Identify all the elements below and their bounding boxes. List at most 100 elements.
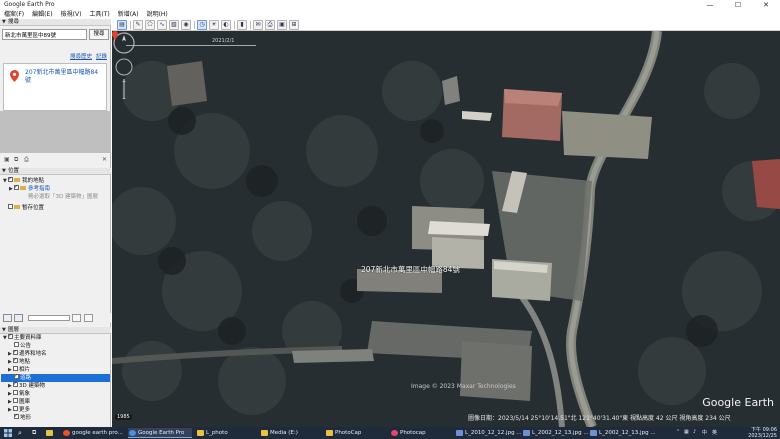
- zoom-in-icon[interactable]: +: [122, 79, 126, 85]
- checkbox[interactable]: [8, 332, 13, 340]
- google-maps-icon[interactable]: ⊞: [289, 20, 299, 30]
- volume-icon[interactable]: ♪: [693, 429, 696, 435]
- historical-imagery-icon[interactable]: ◷: [197, 20, 207, 30]
- print-icon[interactable]: ⎙: [24, 156, 29, 164]
- layer-primary-database[interactable]: ▼主要資料庫: [3, 332, 42, 342]
- tray-up-arrow-icon[interactable]: ⌃: [676, 429, 680, 435]
- checkbox[interactable]: [13, 380, 18, 388]
- checkbox[interactable]: [14, 183, 19, 191]
- layer-terrain[interactable]: 地形: [14, 412, 31, 422]
- tree-item-temporary[interactable]: 暫存位置: [3, 204, 44, 212]
- layer-options-button[interactable]: [84, 314, 93, 322]
- map-place-label[interactable]: 207新北市萬里區中幅路84號: [361, 264, 460, 275]
- map-view[interactable]: 2021/2/1 + − 207新北市萬里區中幅路84號 Image © 202…: [112, 31, 780, 427]
- folder-icon[interactable]: ▣: [4, 156, 10, 164]
- system-clock[interactable]: 下午 09:06 2023/12/25: [748, 427, 777, 439]
- layer-weather[interactable]: ▶ 氣象: [8, 390, 30, 398]
- sunlight-icon[interactable]: ☀: [209, 20, 219, 30]
- menu-file[interactable]: 檔案(F): [0, 10, 28, 19]
- checkbox[interactable]: [14, 412, 19, 420]
- menu-tools[interactable]: 工具(T): [85, 10, 113, 19]
- image-overlay-icon[interactable]: ▧: [169, 20, 179, 30]
- close-button[interactable]: ✕: [752, 0, 780, 10]
- layer-search-button[interactable]: [72, 314, 81, 322]
- checkbox[interactable]: [13, 356, 18, 364]
- taskbar-item-image-1[interactable]: L_2010_12_12.jpg ...: [455, 428, 522, 438]
- timeline-track[interactable]: [126, 45, 256, 46]
- collapse-triangle-icon[interactable]: ▼: [2, 327, 6, 334]
- checkbox[interactable]: [8, 204, 13, 209]
- layers-panel-header[interactable]: ▼ 圖層: [0, 327, 111, 334]
- network-icon[interactable]: ▦: [684, 429, 689, 435]
- collapse-triangle-icon[interactable]: ▼: [2, 19, 6, 26]
- map-placemark-icon[interactable]: [112, 31, 118, 40]
- checkbox[interactable]: [8, 175, 13, 183]
- checkbox[interactable]: [14, 372, 19, 380]
- file-explorer-pin[interactable]: [45, 428, 55, 438]
- task-view-button[interactable]: ⧉: [31, 428, 41, 438]
- layer-search-field[interactable]: [28, 315, 70, 321]
- search-record-link[interactable]: 記錄: [96, 52, 107, 60]
- ime-icon[interactable]: 中: [702, 429, 707, 436]
- maximize-button[interactable]: ☐: [724, 0, 752, 10]
- taskbar-item-image-3[interactable]: L_2002_12_13.jpg ...: [589, 428, 656, 438]
- checkbox[interactable]: [13, 390, 18, 395]
- windows-start-icon[interactable]: [4, 429, 12, 437]
- search-icon[interactable]: ⌕: [18, 428, 22, 438]
- historical-timeline[interactable]: 2021/2/1: [126, 38, 256, 48]
- taskbar-item-photocap-folder[interactable]: PhotoCap: [325, 428, 385, 438]
- sidebar-toggle-icon[interactable]: ▤: [117, 20, 127, 30]
- search-history-link[interactable]: 搜尋歷史: [70, 52, 92, 60]
- minimize-button[interactable]: —: [696, 0, 724, 10]
- checkbox[interactable]: [14, 342, 19, 347]
- planet-switch-icon[interactable]: ◐: [221, 20, 231, 30]
- layer-more[interactable]: ▶ 更多: [8, 406, 30, 414]
- ruler-icon[interactable]: ▮: [237, 20, 247, 30]
- checkbox[interactable]: [13, 366, 18, 371]
- layer-roads[interactable]: 道路: [1, 372, 110, 382]
- taskbar-item-media[interactable]: Media (E:): [260, 428, 320, 438]
- record-tour-icon[interactable]: ◉: [181, 20, 191, 30]
- search-button[interactable]: 搜尋: [89, 29, 109, 40]
- taskbar-item-l-photo[interactable]: L_photo: [196, 428, 256, 438]
- search-result-item[interactable]: 207新北市萬里區中幅路84號: [25, 69, 103, 85]
- places-panel-header[interactable]: ▼ 位置: [0, 168, 111, 175]
- clear-icon[interactable]: ✕: [102, 156, 107, 164]
- save-image-icon[interactable]: ▣: [277, 20, 287, 30]
- navigation-controls[interactable]: + −: [112, 31, 136, 101]
- search-input[interactable]: [2, 29, 87, 40]
- menu-edit[interactable]: 編輯(E): [28, 10, 56, 19]
- layer-3d-buildings[interactable]: ▶3D 建築物: [8, 380, 45, 390]
- task-view-icon[interactable]: ⧉: [32, 428, 36, 438]
- north-arrow-icon[interactable]: [122, 35, 126, 41]
- start-button[interactable]: [3, 428, 13, 438]
- path-icon[interactable]: ∿: [157, 20, 167, 30]
- checkbox[interactable]: [13, 348, 18, 356]
- globe-view-icon[interactable]: [3, 314, 12, 322]
- email-icon[interactable]: ✉: [253, 20, 263, 30]
- polygon-icon[interactable]: ⬠: [145, 20, 155, 30]
- search-taskbar-button[interactable]: ⌕: [17, 428, 27, 438]
- menu-add[interactable]: 新增(A): [114, 10, 143, 19]
- search-panel-header[interactable]: ▼ 搜尋: [0, 19, 111, 26]
- taskbar-item-google-earth[interactable]: Google Earth Pro: [128, 428, 192, 438]
- tree-item-reference[interactable]: ▶參考指南: [9, 183, 50, 193]
- menu-help[interactable]: 說明(H): [143, 10, 172, 19]
- collapse-triangle-icon[interactable]: ▼: [2, 168, 6, 175]
- taskbar-item-image-2[interactable]: L_2002_12_13.jpg ...: [522, 428, 589, 438]
- zoom-out-icon[interactable]: −: [122, 96, 126, 101]
- layer-gallery[interactable]: ▶ 圖庫: [8, 398, 30, 406]
- look-joystick-icon[interactable]: [115, 58, 133, 76]
- menu-view[interactable]: 檢視(V): [57, 10, 86, 19]
- taskbar-item-chrome[interactable]: google earth pro...: [62, 428, 124, 438]
- print-icon[interactable]: ⎙: [265, 20, 275, 30]
- tree-item-my-places[interactable]: ▼我的地點: [3, 175, 44, 185]
- checkbox[interactable]: [13, 398, 18, 403]
- taskbar-item-photocap-app[interactable]: Photocap: [390, 428, 450, 438]
- layer-photos[interactable]: ▶ 相片: [8, 366, 30, 374]
- sky-view-icon[interactable]: [14, 314, 23, 322]
- layer-places[interactable]: ▶地點: [8, 356, 30, 366]
- placemark-icon[interactable]: ✎: [133, 20, 143, 30]
- checkbox[interactable]: [13, 406, 18, 411]
- copy-icon[interactable]: ⧉: [14, 156, 18, 164]
